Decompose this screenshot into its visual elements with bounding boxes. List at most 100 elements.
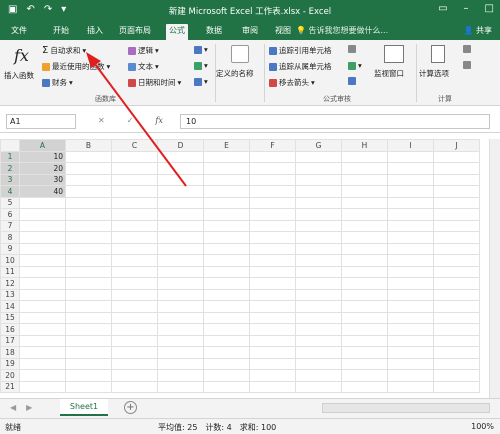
cell[interactable]	[249, 173, 296, 186]
prev-sheet-icon[interactable]: ◀	[10, 403, 16, 412]
select-all-corner[interactable]	[0, 139, 20, 152]
cell[interactable]	[19, 346, 66, 359]
cell[interactable]	[157, 300, 204, 313]
cell[interactable]	[157, 173, 204, 186]
cell[interactable]	[433, 323, 480, 336]
sheet-tab-sheet1[interactable]: Sheet1	[60, 399, 108, 416]
cell[interactable]	[19, 242, 66, 255]
recent-functions-button[interactable]: 最近使用的函数 ▾	[42, 61, 110, 72]
row-header[interactable]: 6	[0, 208, 20, 221]
cell[interactable]	[341, 369, 388, 382]
tell-me-search[interactable]: 💡 告诉我您想要做什么...	[296, 25, 388, 36]
cell[interactable]	[341, 254, 388, 267]
cell[interactable]	[341, 208, 388, 221]
cell[interactable]	[433, 150, 480, 163]
cell[interactable]	[341, 150, 388, 163]
cell[interactable]	[387, 196, 434, 209]
row-header[interactable]: 8	[0, 231, 20, 244]
cell[interactable]	[19, 357, 66, 370]
tab-file[interactable]: 文件	[8, 24, 30, 40]
cell[interactable]	[433, 380, 480, 393]
cell[interactable]	[249, 162, 296, 175]
column-header[interactable]: G	[295, 139, 342, 152]
cell[interactable]	[249, 208, 296, 221]
cell[interactable]	[203, 323, 250, 336]
cell[interactable]	[341, 323, 388, 336]
column-header[interactable]: A	[19, 139, 66, 152]
tab-page-layout[interactable]: 页面布局	[116, 24, 154, 40]
cell[interactable]	[387, 162, 434, 175]
cell[interactable]	[341, 196, 388, 209]
cell[interactable]	[157, 150, 204, 163]
cell[interactable]	[433, 173, 480, 186]
cell[interactable]	[111, 231, 158, 244]
row-header[interactable]: 12	[0, 277, 20, 290]
cell[interactable]	[433, 185, 480, 198]
cell[interactable]	[387, 288, 434, 301]
tab-home[interactable]: 开始	[50, 24, 72, 40]
more-functions-button[interactable]: ▾	[194, 77, 208, 86]
row-header[interactable]: 13	[0, 288, 20, 301]
cell[interactable]	[387, 369, 434, 382]
cell[interactable]	[295, 300, 342, 313]
row-header[interactable]: 16	[0, 323, 20, 336]
cell[interactable]	[111, 357, 158, 370]
cell[interactable]	[387, 254, 434, 267]
column-header[interactable]: F	[249, 139, 296, 152]
cell[interactable]	[295, 162, 342, 175]
cell[interactable]	[65, 208, 112, 221]
cell[interactable]	[65, 346, 112, 359]
cell[interactable]	[249, 380, 296, 393]
cell[interactable]	[433, 208, 480, 221]
cell-table[interactable]: A B C D E F G H I J 1 10 2 20 3 30 4 40 5 6 7 8 9 10 11 12 13 14 15 1…	[0, 139, 480, 393]
row-header[interactable]: 9	[0, 242, 20, 255]
worksheet-grid[interactable]: A B C D E F G H I J 1 10 2 20 3 30 4 40 5 6 7 8 9 10 11 12 13 14 15 1…	[0, 139, 500, 398]
cell[interactable]	[295, 357, 342, 370]
cell[interactable]	[387, 346, 434, 359]
cell[interactable]	[111, 185, 158, 198]
cell[interactable]	[203, 300, 250, 313]
cell[interactable]	[111, 334, 158, 347]
trace-dependents-button[interactable]: 追踪从属单元格	[269, 61, 332, 72]
cell[interactable]	[433, 231, 480, 244]
cell[interactable]	[111, 288, 158, 301]
datetime-button[interactable]: 日期和时间 ▾	[128, 77, 181, 88]
cell[interactable]	[65, 334, 112, 347]
cell[interactable]	[341, 277, 388, 290]
cell[interactable]	[111, 254, 158, 267]
row-header[interactable]: 19	[0, 357, 20, 370]
cell[interactable]	[65, 231, 112, 244]
watch-window-icon[interactable]	[384, 45, 404, 63]
cell[interactable]	[341, 162, 388, 175]
cell[interactable]	[387, 219, 434, 232]
cell[interactable]	[111, 219, 158, 232]
cell[interactable]	[65, 323, 112, 336]
row-header[interactable]: 5	[0, 196, 20, 209]
row-header[interactable]: 17	[0, 334, 20, 347]
cell[interactable]	[65, 196, 112, 209]
ribbon-display-icon[interactable]: ▭	[438, 3, 447, 14]
cell[interactable]	[295, 196, 342, 209]
cell[interactable]	[387, 150, 434, 163]
cell[interactable]	[387, 323, 434, 336]
column-header[interactable]: D	[157, 139, 204, 152]
row-header[interactable]: 4	[0, 185, 20, 198]
calc-sheet-button[interactable]	[463, 61, 471, 69]
cell[interactable]	[203, 346, 250, 359]
tab-insert[interactable]: 插入	[84, 24, 106, 40]
cell[interactable]	[157, 185, 204, 198]
cell[interactable]	[387, 334, 434, 347]
tab-view[interactable]: 视图	[272, 24, 294, 40]
horizontal-scrollbar[interactable]	[322, 403, 490, 413]
cell[interactable]	[249, 196, 296, 209]
cell[interactable]	[111, 311, 158, 324]
row-header[interactable]: 14	[0, 300, 20, 313]
cell[interactable]	[157, 369, 204, 382]
cell[interactable]	[341, 265, 388, 278]
row-header[interactable]: 20	[0, 369, 20, 382]
cell[interactable]	[203, 173, 250, 186]
cell[interactable]	[157, 357, 204, 370]
cell[interactable]	[249, 231, 296, 244]
cell[interactable]	[65, 288, 112, 301]
cell[interactable]	[203, 162, 250, 175]
